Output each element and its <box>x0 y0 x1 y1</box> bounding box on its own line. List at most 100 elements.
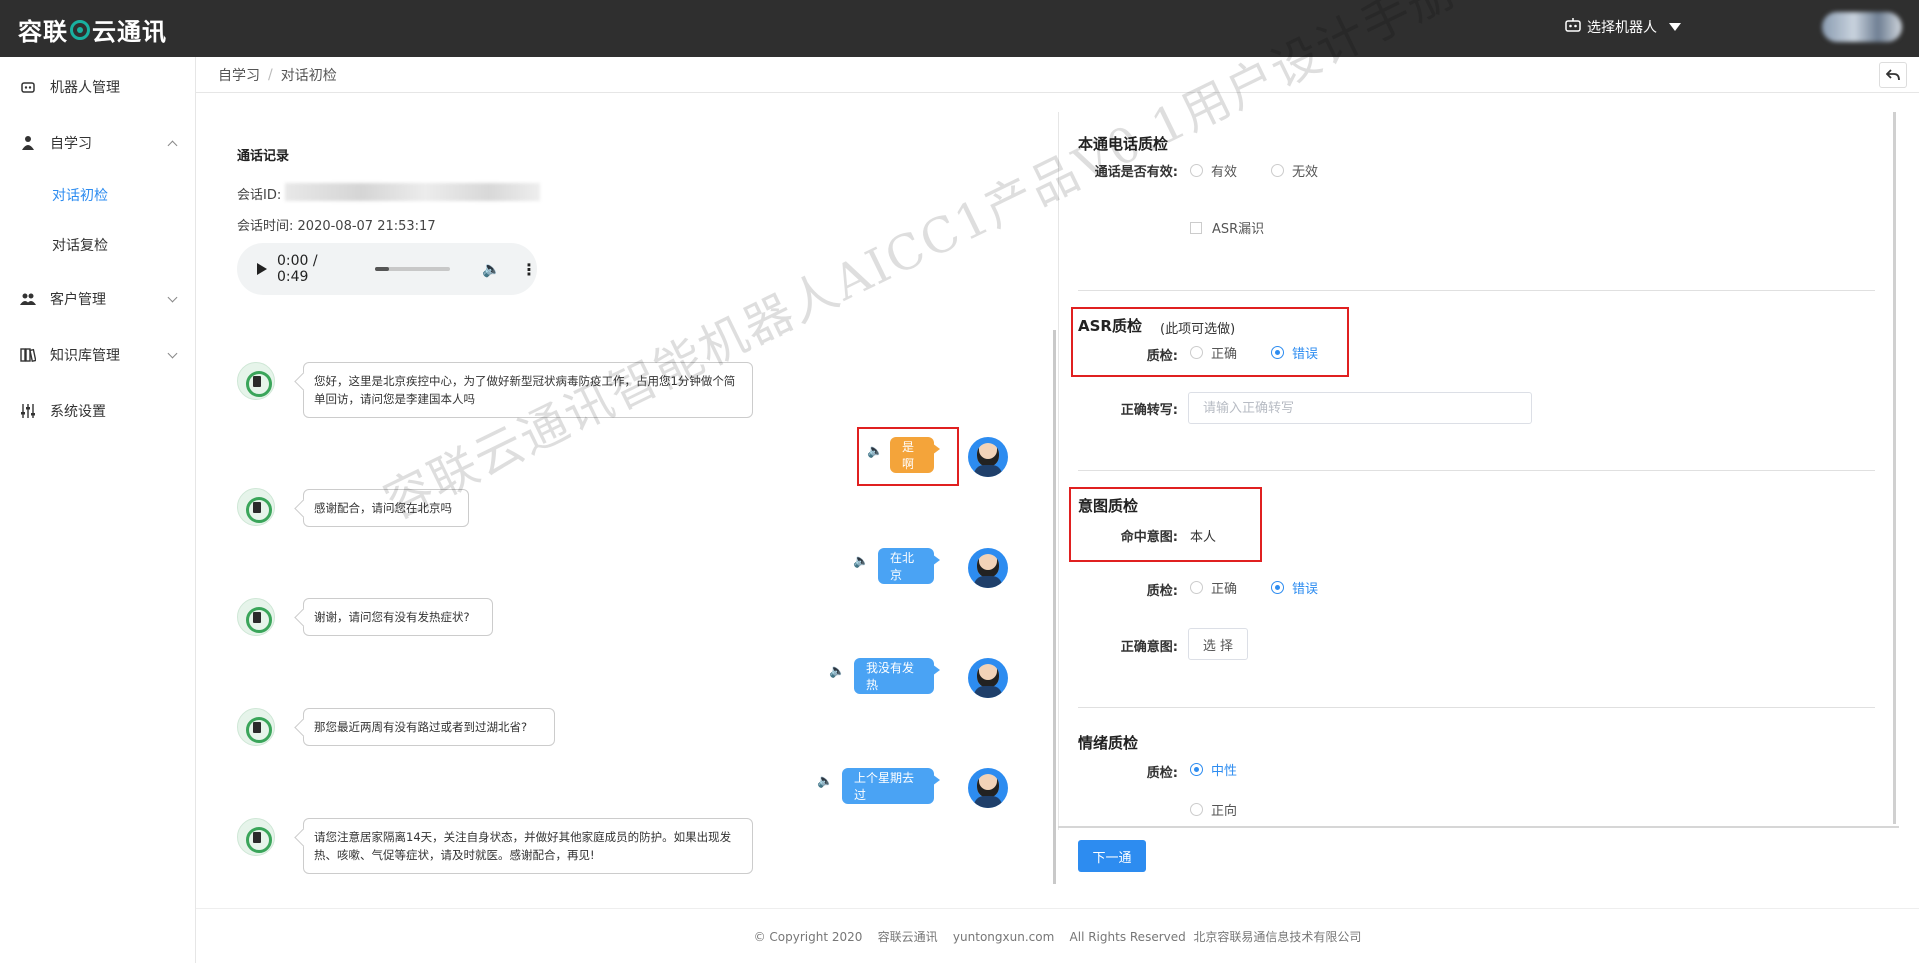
intent-correct-radio[interactable]: 正确 <box>1190 578 1237 597</box>
select-intent-button[interactable]: 选 择 <box>1188 628 1248 660</box>
sidebar-item-robot-management[interactable]: 机器人管理 <box>0 69 196 105</box>
logo-text-left: 容联 <box>18 18 68 46</box>
radio-dot <box>1190 803 1203 816</box>
speaker-icon[interactable]: 🔈 <box>853 554 869 569</box>
robot-icon <box>20 79 36 95</box>
user-avatar <box>968 437 1008 477</box>
bot-avatar <box>237 708 275 746</box>
more-options-icon[interactable]: ⋮ <box>521 260 537 279</box>
intent-wrong-radio[interactable]: 错误 <box>1271 578 1318 597</box>
radio-dot <box>1190 164 1203 177</box>
sidebar: 机器人管理 自学习 对话初检 对话复检 客户管理 知识库管理 系统设置 <box>0 57 196 963</box>
call-valid-label: 通话是否有效: <box>1094 165 1178 180</box>
correct-transcript-input[interactable] <box>1188 392 1532 424</box>
chevron-up-icon <box>167 140 178 151</box>
radio-dot <box>1190 581 1203 594</box>
correct-intent-label: 正确意图: <box>1120 640 1178 655</box>
intent-check-label: 质检: <box>1146 584 1178 599</box>
annotation-box <box>1069 487 1262 562</box>
robot-icon <box>1565 18 1581 36</box>
section-divider <box>1078 290 1875 291</box>
logo-mark-icon <box>70 19 90 40</box>
checkbox-label: ASR漏识 <box>1212 222 1265 237</box>
radio-label: 错误 <box>1292 582 1319 597</box>
back-button[interactable] <box>1879 62 1907 88</box>
audio-progress-slider[interactable] <box>374 267 451 271</box>
book-icon <box>20 347 37 363</box>
emotion-check-label: 质检: <box>1146 766 1178 781</box>
emotion-positive-radio[interactable]: 正向 <box>1190 800 1237 819</box>
bot-avatar <box>237 818 275 856</box>
user-message[interactable]: 在北京 <box>878 548 940 584</box>
logo-text-right: 云通讯 <box>92 18 167 46</box>
radio-label: 中性 <box>1211 764 1238 779</box>
annotation-box <box>1071 307 1349 377</box>
sidebar-item-self-learning[interactable]: 自学习 <box>0 125 196 161</box>
valid-yes-radio[interactable]: 有效 <box>1190 161 1237 180</box>
correct-transcript-label: 正确转写: <box>1120 403 1178 418</box>
user-avatar <box>968 768 1008 808</box>
breadcrumb-current: 对话初检 <box>280 67 337 84</box>
sidebar-item-system-settings[interactable]: 系统设置 <box>0 393 196 429</box>
bot-message: 感谢配合，请问您在北京吗 <box>303 489 469 527</box>
bot-message: 您好，这里是北京疾控中心，为了做好新型冠状病毒防疫工作，占用您1分钟做个简单回访… <box>303 362 753 418</box>
audio-player: 0:00 / 0:49 🔈 ⋮ <box>237 243 537 295</box>
valid-no-radio[interactable]: 无效 <box>1271 161 1318 180</box>
chevron-down-icon <box>167 292 178 303</box>
user-avatar <box>968 658 1008 698</box>
session-time-value: 2020-08-07 21:53:17 <box>297 219 436 234</box>
speaker-icon[interactable]: 🔈 <box>817 774 833 789</box>
dialogue-scrollbar[interactable] <box>1053 330 1056 884</box>
emotion-neutral-radio[interactable]: 中性 <box>1190 760 1237 779</box>
annotation-box <box>857 427 959 486</box>
bot-avatar <box>237 362 275 400</box>
sidebar-subitem-recheck[interactable]: 对话复检 <box>0 227 196 263</box>
footer-copyright: © Copyright 2020 容联云通讯 yuntongxun.com Al… <box>753 929 1362 944</box>
logo: 容联 云通讯 <box>18 12 167 47</box>
radio-label: 无效 <box>1292 165 1319 180</box>
user-message[interactable]: 我没有发热 <box>854 658 940 694</box>
session-id-label: 会话ID: <box>237 188 282 203</box>
radio-label: 有效 <box>1211 165 1238 180</box>
chevron-down-icon <box>167 348 178 359</box>
sidebar-item-knowledge-base[interactable]: 知识库管理 <box>0 337 196 373</box>
back-arrow-icon <box>1885 66 1900 85</box>
radio-dot <box>1190 763 1203 776</box>
sidebar-item-customer-management[interactable]: 客户管理 <box>0 281 196 317</box>
call-quality-title: 本通电话质检 <box>1078 135 1169 153</box>
breadcrumb-item-self-learning[interactable]: 自学习 <box>218 65 260 85</box>
audio-time: 0:00 / 0:49 <box>277 253 318 285</box>
footer: © Copyright 2020 容联云通讯 yuntongxun.com Al… <box>196 908 1919 963</box>
volume-icon[interactable]: 🔈 <box>482 260 501 278</box>
radio-label: 正确 <box>1211 582 1238 597</box>
robot-select-dropdown[interactable]: 选择机器人 <box>1565 17 1681 37</box>
speaker-icon[interactable]: 🔈 <box>829 664 845 679</box>
horizontal-scrollbar[interactable] <box>1058 826 1899 828</box>
play-icon[interactable] <box>257 263 267 275</box>
learning-icon <box>20 135 36 151</box>
next-call-button[interactable]: 下一通 <box>1078 840 1146 872</box>
bot-message: 谢谢，请问您有没有发热症状? <box>303 598 493 636</box>
top-bar: 容联 云通讯 选择机器人 <box>0 0 1919 57</box>
user-message[interactable]: 上个星期去过 <box>842 768 940 804</box>
quality-panel-scrollbar[interactable] <box>1893 112 1896 824</box>
bot-message: 那您最近两周有没有路过或者到过湖北省? <box>303 708 555 746</box>
session-time-label: 会话时间: <box>237 219 294 234</box>
caret-down-icon <box>1669 23 1681 31</box>
user-avatar <box>968 548 1008 588</box>
breadcrumb-separator: / <box>268 66 273 83</box>
radio-dot <box>1271 581 1284 594</box>
radio-dot <box>1271 164 1284 177</box>
users-icon <box>20 291 36 307</box>
emotion-quality-title: 情绪质检 <box>1078 734 1139 752</box>
settings-sliders-icon <box>20 403 36 419</box>
section-divider <box>1078 470 1875 471</box>
sidebar-subitem-initial-check[interactable]: 对话初检 <box>0 177 196 213</box>
sidebar-item-label: 系统设置 <box>50 404 106 420</box>
call-record-title: 通话记录 <box>237 149 290 164</box>
sidebar-subitem-label: 对话初检 <box>52 188 108 204</box>
user-avatar-blurred[interactable] <box>1822 12 1902 42</box>
panel-divider <box>1058 112 1059 830</box>
sidebar-item-label: 自学习 <box>50 136 92 152</box>
asr-miss-checkbox[interactable]: ASR漏识 <box>1190 218 1264 237</box>
